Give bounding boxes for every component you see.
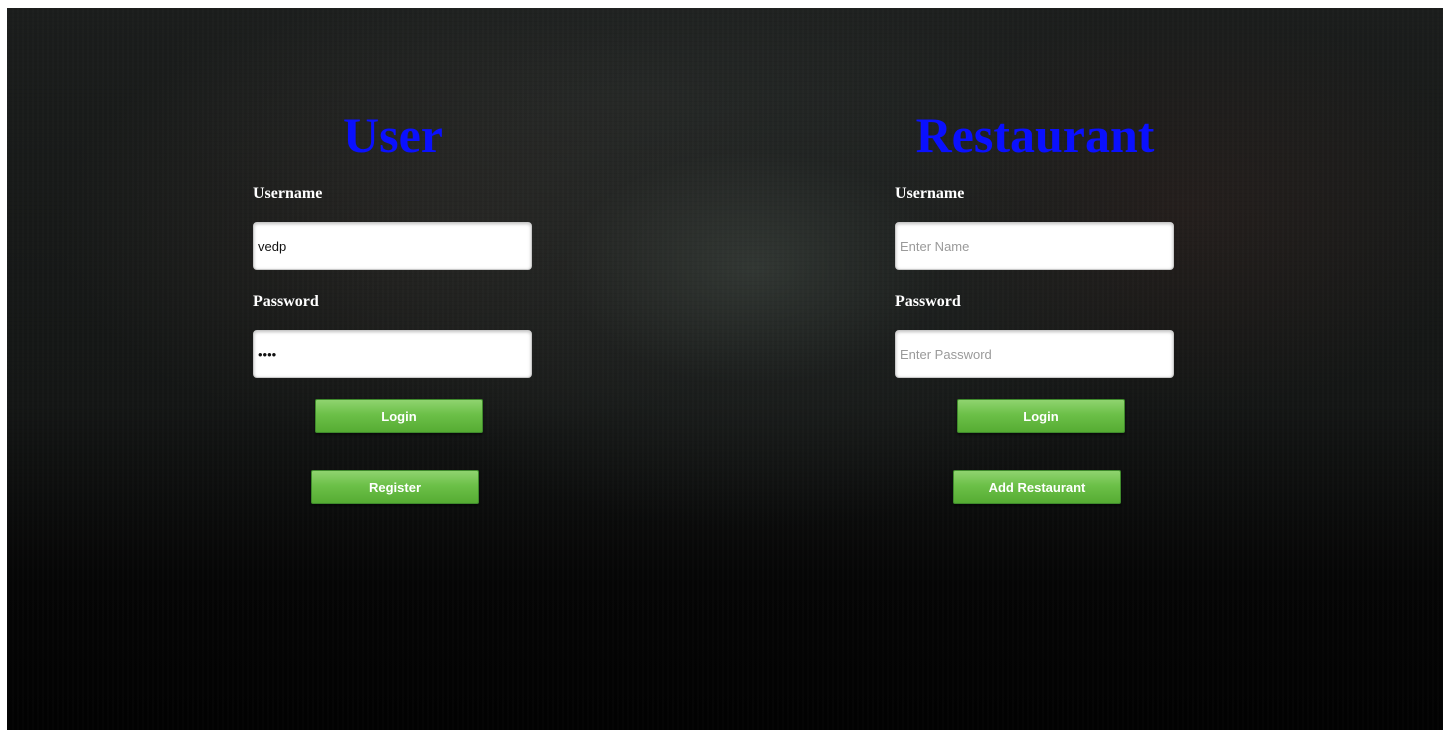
restaurant-panel-title: Restaurant: [915, 107, 1155, 163]
user-password-label: Password: [253, 293, 319, 310]
restaurant-login-button[interactable]: Login: [957, 399, 1125, 433]
user-panel-title: User: [343, 107, 443, 163]
user-username-label: Username: [253, 185, 323, 202]
user-username-input[interactable]: [253, 222, 532, 270]
login-page-background: User Username Password Login Register Re…: [7, 8, 1443, 730]
user-login-button[interactable]: Login: [315, 399, 483, 433]
restaurant-password-label: Password: [895, 293, 961, 310]
user-login-panel: User Username Password Login Register: [253, 8, 613, 528]
add-restaurant-button[interactable]: Add Restaurant: [953, 470, 1121, 504]
restaurant-username-input[interactable]: [895, 222, 1174, 270]
restaurant-password-input[interactable]: [895, 330, 1174, 378]
restaurant-username-label: Username: [895, 185, 965, 202]
register-button[interactable]: Register: [311, 470, 479, 504]
user-password-input[interactable]: [253, 330, 532, 378]
restaurant-login-panel: Restaurant Username Password Login Add R…: [895, 8, 1255, 528]
